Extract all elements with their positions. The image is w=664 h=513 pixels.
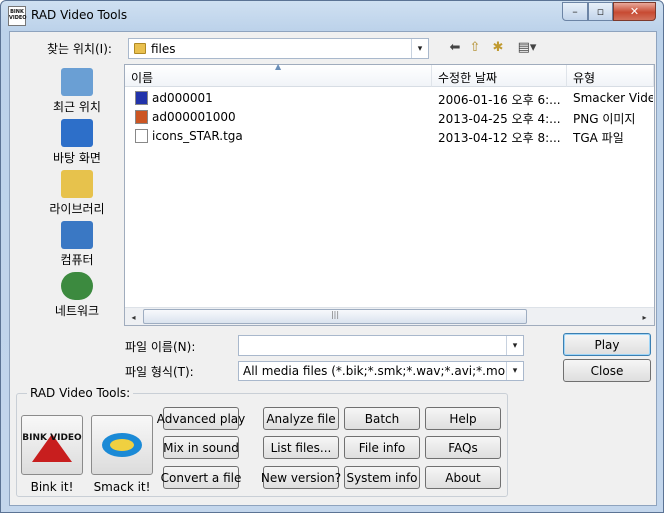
new-version-button[interactable]: New version? [261, 466, 341, 489]
maximize-button[interactable]: ▫ [588, 2, 613, 21]
bink-app-icon: BINK VIDEO [8, 6, 27, 26]
recent-places-icon [61, 68, 93, 96]
place-desktop[interactable]: 바탕 화면 [32, 119, 122, 166]
column-label: 이름 [131, 71, 154, 85]
file-date: 2006-01-16 오후 6:... [438, 93, 561, 107]
faqs-button[interactable]: FAQs [425, 436, 501, 459]
chevron-down-icon[interactable]: ▾ [411, 39, 428, 58]
chevron-down-icon[interactable]: ▾ [506, 362, 523, 380]
convert-a-file-button[interactable]: Convert a file [161, 466, 241, 489]
network-icon [61, 272, 93, 300]
list-files-button[interactable]: List files... [263, 436, 339, 459]
file-name-label: 파일 이름(N): [125, 340, 196, 354]
smack-it-button[interactable] [91, 415, 153, 475]
up-folder-icon[interactable]: ⇧ [467, 39, 483, 56]
file-row[interactable]: ad000001 2006-01-16 오후 6:... Smacker Vid… [125, 89, 654, 108]
bink-video-icon: BINK VIDEO [22, 433, 82, 462]
look-in-value: files [151, 42, 176, 56]
file-name: icons_STAR.tga [152, 129, 243, 143]
sort-ascending-icon: ▲ [275, 62, 282, 71]
look-in-combo[interactable]: files ▾ [128, 38, 429, 59]
tga-file-icon [135, 129, 148, 143]
play-button[interactable]: Play [563, 333, 651, 356]
mix-in-sound-button[interactable]: Mix in sound [163, 436, 239, 459]
file-list[interactable]: 이름 ▲ 수정한 날짜 유형 ad000001 2006-01-16 오후 6:… [124, 62, 655, 326]
place-label: 컴퓨터 [60, 253, 94, 267]
window-title: RAD Video Tools [31, 8, 128, 22]
file-type-value: All media files (*.bik;*.smk;*.wav;*.avi… [243, 364, 505, 378]
place-recent[interactable]: 최근 위치 [32, 68, 122, 115]
places-bar: 최근 위치 바탕 화면 라이브러리 컴퓨터 네트워크 [32, 66, 122, 326]
rad-video-tools-group: RAD Video Tools: BINK VIDEO Bink it! Sma… [16, 386, 508, 497]
horizontal-scrollbar[interactable]: ◂ ||| ▸ [125, 307, 654, 325]
new-folder-icon[interactable]: ✱ [489, 39, 507, 56]
file-type: TGA 파일 [573, 131, 624, 145]
about-button[interactable]: About [425, 466, 501, 489]
view-menu-icon[interactable]: ▤▾ [513, 39, 541, 56]
place-label: 바탕 화면 [53, 151, 101, 165]
scroll-thumb[interactable]: ||| [143, 309, 527, 324]
look-in-label: 찾는 위치(I): [47, 42, 112, 56]
help-button[interactable]: Help [425, 407, 501, 430]
file-date: 2013-04-12 오후 8:... [438, 131, 561, 145]
libraries-icon [61, 170, 93, 198]
column-header-name[interactable]: 이름 ▲ [125, 62, 432, 87]
back-icon[interactable]: ⬅ [447, 39, 463, 56]
minimize-button[interactable]: – [562, 2, 588, 21]
column-label: 수정한 날짜 [438, 71, 498, 85]
bink-it-label: Bink it! [30, 480, 74, 494]
place-label: 라이브러리 [49, 202, 105, 216]
column-label: 유형 [573, 71, 596, 85]
column-header-date[interactable]: 수정한 날짜 [432, 65, 567, 87]
place-libraries[interactable]: 라이브러리 [32, 170, 122, 217]
file-type: PNG 이미지 [573, 112, 636, 126]
file-name: ad000001000 [152, 110, 236, 124]
advanced-play-button[interactable]: Advanced play [157, 407, 245, 430]
close-button[interactable]: Close [563, 359, 651, 382]
place-network[interactable]: 네트워크 [32, 272, 122, 319]
close-window-button[interactable]: ✕ [613, 2, 656, 21]
title-bar[interactable]: BINK VIDEO RAD Video Tools – ▫ ✕ [1, 1, 663, 31]
smack-it-label: Smack it! [93, 480, 151, 494]
file-name-input[interactable]: ▾ [238, 335, 524, 356]
place-computer[interactable]: 컴퓨터 [32, 221, 122, 268]
dialog-window: BINK VIDEO RAD Video Tools – ▫ ✕ 찾는 위치(I… [0, 0, 664, 513]
desktop-icon [61, 119, 93, 147]
smacker-icon [102, 433, 142, 457]
column-header-type[interactable]: 유형 [567, 65, 654, 87]
file-row[interactable]: icons_STAR.tga 2013-04-12 오후 8:... TGA 파… [125, 127, 654, 146]
system-info-button[interactable]: System info [344, 466, 420, 489]
analyze-file-button[interactable]: Analyze file [263, 407, 339, 430]
bink-tile-text: BINK VIDEO [22, 433, 82, 443]
file-type-select[interactable]: All media files (*.bik;*.smk;*.wav;*.avi… [238, 361, 524, 381]
file-type: Smacker Video [573, 91, 653, 105]
batch-button[interactable]: Batch [344, 407, 420, 430]
dialog-client-area: 찾는 위치(I): files ▾ ⬅ ⇧ ✱ ▤▾ 최근 위치 바탕 화면 라… [9, 31, 657, 506]
chevron-down-icon[interactable]: ▾ [506, 336, 523, 355]
place-label: 네트워크 [54, 304, 100, 318]
computer-icon [61, 221, 93, 249]
png-image-icon [135, 110, 148, 124]
place-label: 최근 위치 [53, 100, 101, 114]
file-name: ad000001 [152, 91, 213, 105]
file-info-button[interactable]: File info [344, 436, 420, 459]
folder-icon [134, 43, 146, 54]
bink-it-button[interactable]: BINK VIDEO [21, 415, 83, 475]
group-title: RAD Video Tools: [27, 386, 134, 400]
scroll-right-icon[interactable]: ▸ [636, 309, 653, 325]
file-type-label: 파일 형식(T): [125, 365, 194, 379]
scroll-left-icon[interactable]: ◂ [125, 309, 142, 325]
smacker-video-icon [135, 91, 148, 105]
file-date: 2013-04-25 오후 4:... [438, 112, 561, 126]
file-row[interactable]: ad000001000 2013-04-25 오후 4:... PNG 이미지 [125, 108, 654, 127]
